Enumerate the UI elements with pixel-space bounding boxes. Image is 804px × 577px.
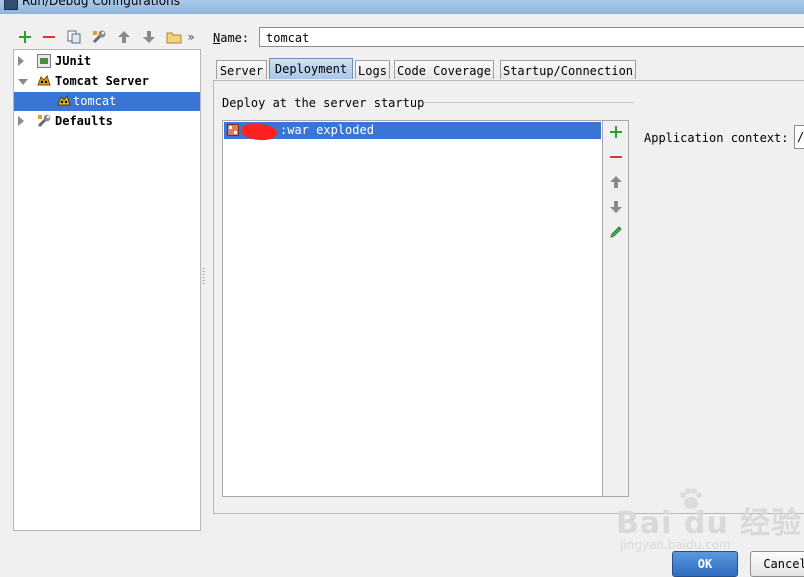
expand-arrow-icon[interactable]: [18, 116, 24, 126]
arrow-down-icon: [610, 201, 622, 213]
move-artifact-down-button[interactable]: [606, 197, 626, 217]
tab-logs[interactable]: Logs: [355, 60, 390, 79]
edit-defaults-button[interactable]: [90, 27, 108, 47]
arrow-down-icon: [143, 31, 155, 43]
collapse-arrow-icon[interactable]: [18, 79, 28, 85]
wrench-icon: [37, 114, 51, 128]
wrench-icon: [92, 30, 106, 44]
junit-icon: [37, 54, 51, 68]
tab-server[interactable]: Server: [216, 60, 267, 79]
deploy-section-label: Deploy at the server startup: [222, 96, 425, 110]
tree-item-label: JUnit: [55, 54, 92, 68]
artifact-list[interactable]: :war exploded: [222, 120, 603, 497]
remove-artifact-button[interactable]: [606, 147, 626, 167]
window-title: Run/Debug Configurations: [22, 0, 180, 8]
section-divider: [424, 102, 634, 103]
folder-icon: [166, 32, 182, 44]
tree-item-junit[interactable]: JUnit: [14, 52, 200, 71]
name-field[interactable]: tomcat: [259, 27, 804, 47]
watermark-brand: Bai du 经验: [616, 506, 803, 541]
move-down-button[interactable]: [140, 27, 158, 47]
ok-button[interactable]: OK: [672, 551, 738, 577]
list-toolbar: [603, 120, 629, 497]
arrow-up-icon: [118, 31, 130, 43]
splitter-handle[interactable]: [202, 268, 205, 286]
move-up-button[interactable]: [115, 27, 133, 47]
tab-deployment[interactable]: Deployment: [269, 58, 353, 79]
add-icon: [610, 126, 622, 138]
tree-item-label: Tomcat Server: [55, 74, 149, 88]
expand-arrow-icon[interactable]: [18, 56, 24, 66]
add-button[interactable]: [16, 27, 34, 47]
app-icon: [4, 0, 18, 10]
arrow-up-icon: [610, 176, 622, 188]
more-icon: »: [187, 30, 195, 44]
tab-startup-connection[interactable]: Startup/Connection: [500, 60, 636, 79]
application-context-field[interactable]: /: [794, 125, 804, 149]
remove-button[interactable]: [40, 27, 58, 47]
tomcat-icon: [37, 74, 51, 86]
tomcat-config-icon: [57, 94, 71, 106]
artifact-name: :war exploded: [280, 123, 374, 137]
baidu-watermark: Bai du 经验 jingyan.baidu.com: [616, 486, 801, 556]
move-artifact-up-button[interactable]: [606, 172, 626, 192]
copy-icon: [67, 30, 81, 44]
edit-icon: [610, 226, 622, 238]
cancel-button[interactable]: Cancel: [750, 551, 804, 577]
application-context-label: Application context:: [644, 131, 789, 145]
tree-item-tomcat[interactable]: tomcat: [14, 92, 200, 111]
tree-item-label: tomcat: [73, 94, 117, 108]
list-item[interactable]: :war exploded: [224, 121, 601, 143]
redaction-mark: [240, 121, 278, 143]
copy-button[interactable]: [65, 27, 83, 47]
remove-icon: [43, 36, 55, 38]
add-artifact-button[interactable]: [606, 122, 626, 142]
configuration-tree[interactable]: JUnit Tomcat Server tomcat Defaults: [13, 49, 201, 531]
remove-icon: [610, 156, 622, 158]
tree-item-tomcat-server[interactable]: Tomcat Server: [14, 72, 200, 91]
tree-item-defaults[interactable]: Defaults: [14, 112, 200, 131]
more-button[interactable]: »: [184, 27, 198, 47]
add-icon: [19, 31, 31, 43]
artifact-icon: [227, 124, 239, 136]
edit-artifact-button[interactable]: [606, 222, 626, 242]
tree-item-label: Defaults: [55, 114, 113, 128]
tab-code-coverage[interactable]: Code Coverage: [394, 60, 494, 79]
watermark-url: jingyan.baidu.com: [620, 538, 731, 552]
name-label: Name:: [213, 31, 250, 45]
folder-button[interactable]: [165, 27, 183, 47]
title-bar: Run/Debug Configurations: [0, 0, 804, 14]
